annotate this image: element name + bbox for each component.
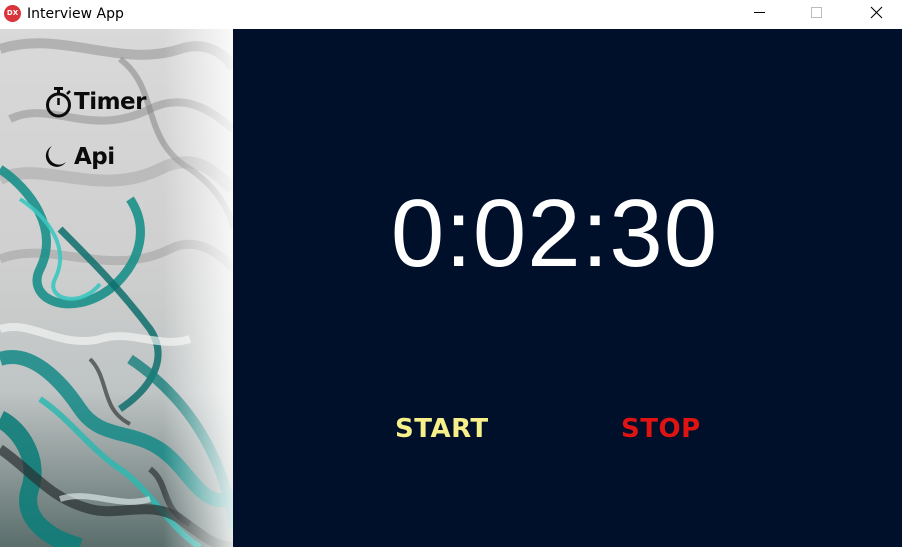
sidebar-item-timer[interactable]: Timer	[44, 85, 146, 119]
stop-button[interactable]: STOP	[621, 407, 701, 451]
window-title: Interview App	[27, 6, 124, 22]
timer-display: 0:02:30	[390, 180, 719, 287]
minimize-icon	[754, 12, 765, 13]
sidebar: Timer Api	[0, 29, 233, 547]
close-button[interactable]	[853, 0, 899, 29]
minimize-button[interactable]	[736, 0, 782, 29]
sidebar-item-api[interactable]: Api	[44, 140, 115, 174]
moon-icon	[44, 140, 74, 174]
sidebar-item-label: Api	[74, 144, 115, 170]
maximize-icon	[811, 7, 822, 18]
maximize-button[interactable]	[794, 0, 840, 29]
timer-panel: 0:02:30 START STOP	[233, 29, 902, 547]
title-bar[interactable]: DX Interview App	[0, 0, 902, 29]
close-icon	[870, 6, 883, 19]
app-window: DX Interview App Timer Api 0:02:30 START…	[0, 0, 902, 547]
start-button[interactable]: START	[395, 407, 489, 451]
stopwatch-icon	[44, 85, 74, 119]
sidebar-item-label: Timer	[74, 89, 146, 115]
app-logo-icon: DX	[4, 5, 21, 22]
